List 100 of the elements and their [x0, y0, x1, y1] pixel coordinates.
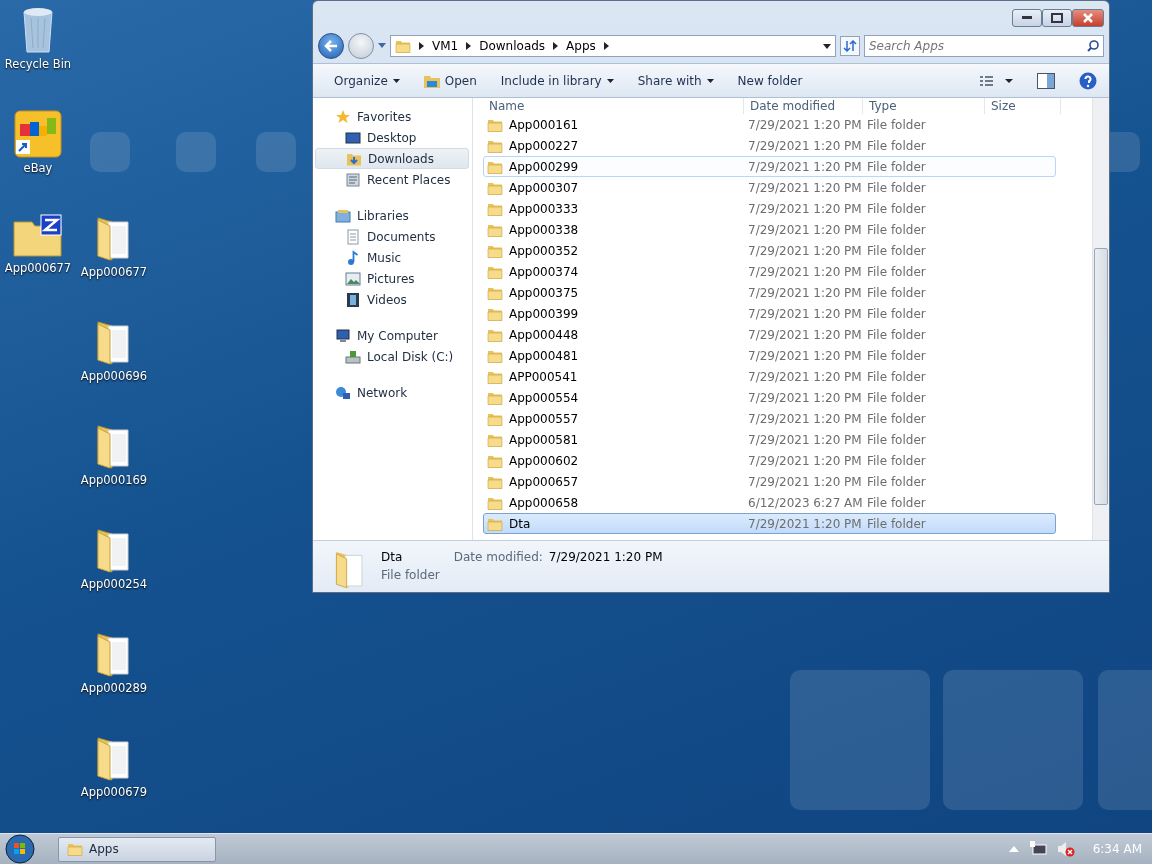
column-header[interactable]: Date modified	[744, 98, 863, 114]
nav-item[interactable]: Pictures	[315, 268, 469, 289]
file-row[interactable]: App000554 7/29/2021 1:20 PM File folder	[483, 387, 1056, 408]
taskbar-button[interactable]: Apps	[58, 836, 216, 862]
maximize-button[interactable]	[1042, 9, 1072, 27]
desktop-icon-label[interactable]: Recycle Bin	[4, 57, 72, 71]
dropdown-arrow-icon[interactable]	[823, 43, 831, 49]
breadcrumb[interactable]: Apps	[566, 39, 596, 53]
preview-pane-icon[interactable]	[1037, 72, 1055, 89]
view-options-icon[interactable]	[979, 74, 1013, 87]
file-row[interactable]: App000448 7/29/2021 1:20 PM File folder	[483, 324, 1056, 345]
file-row[interactable]: App000399 7/29/2021 1:20 PM File folder	[483, 303, 1056, 324]
music-icon	[345, 249, 361, 266]
type-cell-text: File folder	[866, 243, 927, 258]
date-cell-text: 7/29/2021 1:20 PM	[747, 453, 863, 468]
breadcrumb[interactable]: Downloads	[479, 39, 546, 53]
file-row[interactable]: App000657 7/29/2021 1:20 PM File folder	[483, 471, 1056, 492]
address-bar[interactable]: VM1 Downloads Apps	[390, 35, 836, 57]
file-name: App000161	[509, 117, 579, 132]
close-button[interactable]	[1072, 9, 1104, 27]
back-button[interactable]	[318, 33, 344, 59]
date-cell-text: 6/12/2023 6:27 AM	[747, 495, 864, 510]
nav-item[interactable]: Music	[315, 247, 469, 268]
refresh-icon[interactable]	[840, 36, 860, 56]
desktop-icon-label[interactable]: App000677	[80, 265, 148, 279]
file-row[interactable]: App000333 7/29/2021 1:20 PM File folder	[483, 198, 1056, 219]
date-cell-text: 7/29/2021 1:20 PM	[747, 327, 863, 342]
file-name: Dta	[509, 516, 531, 531]
column-header[interactable]: Name	[483, 98, 744, 114]
toolbar-button[interactable]: Include in library	[491, 70, 623, 91]
breadcrumb[interactable]: VM1	[432, 39, 459, 53]
file-row[interactable]: App000602 7/29/2021 1:20 PM File folder	[483, 450, 1056, 471]
help-icon[interactable]	[1079, 71, 1097, 90]
breadcrumb-arrow-icon[interactable]	[553, 42, 559, 50]
desktop-icon-label[interactable]: App000254	[80, 577, 148, 591]
nav-item[interactable]: Videos	[315, 289, 469, 310]
recent-icon	[345, 171, 361, 188]
nav-item[interactable]: Network	[315, 382, 469, 403]
file-row[interactable]: App000307 7/29/2021 1:20 PM File folder	[483, 177, 1056, 198]
shortcut-icon	[14, 110, 62, 158]
toolbar-button[interactable]: Open	[414, 70, 486, 91]
breadcrumb-arrow-icon[interactable]	[466, 42, 472, 50]
breadcrumb-arrow-icon[interactable]	[603, 42, 609, 50]
toolbar-button[interactable]: Share with	[628, 70, 723, 91]
file-row[interactable]: App000481 7/29/2021 1:20 PM File folder	[483, 345, 1056, 366]
muted-speaker-icon[interactable]	[1056, 841, 1075, 857]
file-row[interactable]: App000338 7/29/2021 1:20 PM File folder	[483, 219, 1056, 240]
desktop-icon-label[interactable]: App000169	[80, 473, 148, 487]
nav-item[interactable]: Local Disk (C:)	[315, 346, 469, 367]
file-row[interactable]: APP000541 7/29/2021 1:20 PM File folder	[483, 366, 1056, 387]
type-cell-text: File folder	[866, 411, 927, 426]
file-row[interactable]: App000299 7/29/2021 1:20 PM File folder	[483, 156, 1056, 177]
type-cell-text: File folder	[866, 138, 927, 153]
nav-item[interactable]: Desktop	[315, 127, 469, 148]
nav-item[interactable]: Libraries	[315, 205, 469, 226]
search-field[interactable]: Search Apps	[864, 35, 1104, 57]
file-row[interactable]: App000658 6/12/2023 6:27 AM File folder	[483, 492, 1056, 513]
desktop-icon-label[interactable]: eBay	[23, 161, 53, 175]
type-cell-text: File folder	[866, 117, 927, 132]
network-icon[interactable]	[1028, 841, 1047, 857]
file-row[interactable]: Dta 7/29/2021 1:20 PM File folder	[483, 513, 1056, 534]
nav-item[interactable]: Recent Places	[315, 169, 469, 190]
maximize-icon	[1051, 13, 1063, 23]
nav-item[interactable]: Favorites	[315, 106, 469, 127]
date-cell-text: 7/29/2021 1:20 PM	[747, 369, 863, 384]
desktop-icon-label[interactable]: App000677	[4, 261, 72, 275]
desktop-icon-label[interactable]: App000679	[80, 785, 148, 799]
minimize-button[interactable]	[1012, 9, 1042, 27]
desktop-icon-label[interactable]: App000289	[80, 681, 148, 695]
back-arrow-icon	[324, 40, 338, 52]
desktop-icon-label[interactable]: App000696	[80, 369, 148, 383]
column-header[interactable]: Type	[863, 98, 985, 114]
minimize-icon	[1022, 16, 1032, 20]
type-cell-text: File folder	[866, 495, 927, 510]
file-row[interactable]: App000557 7/29/2021 1:20 PM File folder	[483, 408, 1056, 429]
file-row[interactable]: App000581 7/29/2021 1:20 PM File folder	[483, 429, 1056, 450]
tile-background	[90, 132, 130, 172]
file-row[interactable]: App000375 7/29/2021 1:20 PM File folder	[483, 282, 1056, 303]
toolbar-button[interactable]: Organize	[325, 70, 409, 91]
file-row[interactable]: App000227 7/29/2021 1:20 PM File folder	[483, 135, 1056, 156]
file-row[interactable]: App000374 7/29/2021 1:20 PM File folder	[483, 261, 1056, 282]
file-row[interactable]: App000161 7/29/2021 1:20 PM File folder	[483, 114, 1056, 135]
type-cell-text: File folder	[866, 516, 927, 531]
date-cell-text: 7/29/2021 1:20 PM	[747, 474, 863, 489]
search-icon[interactable]	[1087, 40, 1099, 52]
scrollbar[interactable]	[1092, 98, 1109, 540]
nav-item[interactable]: Documents	[315, 226, 469, 247]
toolbar-button[interactable]: New folder	[728, 70, 812, 91]
file-row[interactable]: App000352 7/29/2021 1:20 PM File folder	[483, 240, 1056, 261]
breadcrumb-arrow-icon[interactable]	[419, 42, 424, 50]
nav-item[interactable]: My Computer	[315, 325, 469, 346]
type-cell-text: File folder	[866, 390, 927, 405]
date-cell-text: 7/29/2021 1:20 PM	[747, 201, 863, 216]
nav-item[interactable]: Downloads	[315, 148, 469, 169]
open-icon	[423, 73, 440, 88]
date-cell-text: 7/29/2021 1:20 PM	[747, 117, 863, 132]
column-header[interactable]: Size	[985, 98, 1061, 114]
type-cell-text: File folder	[866, 453, 927, 468]
file-name: App000399	[509, 306, 579, 321]
date-cell-text: 7/29/2021 1:20 PM	[747, 159, 863, 174]
